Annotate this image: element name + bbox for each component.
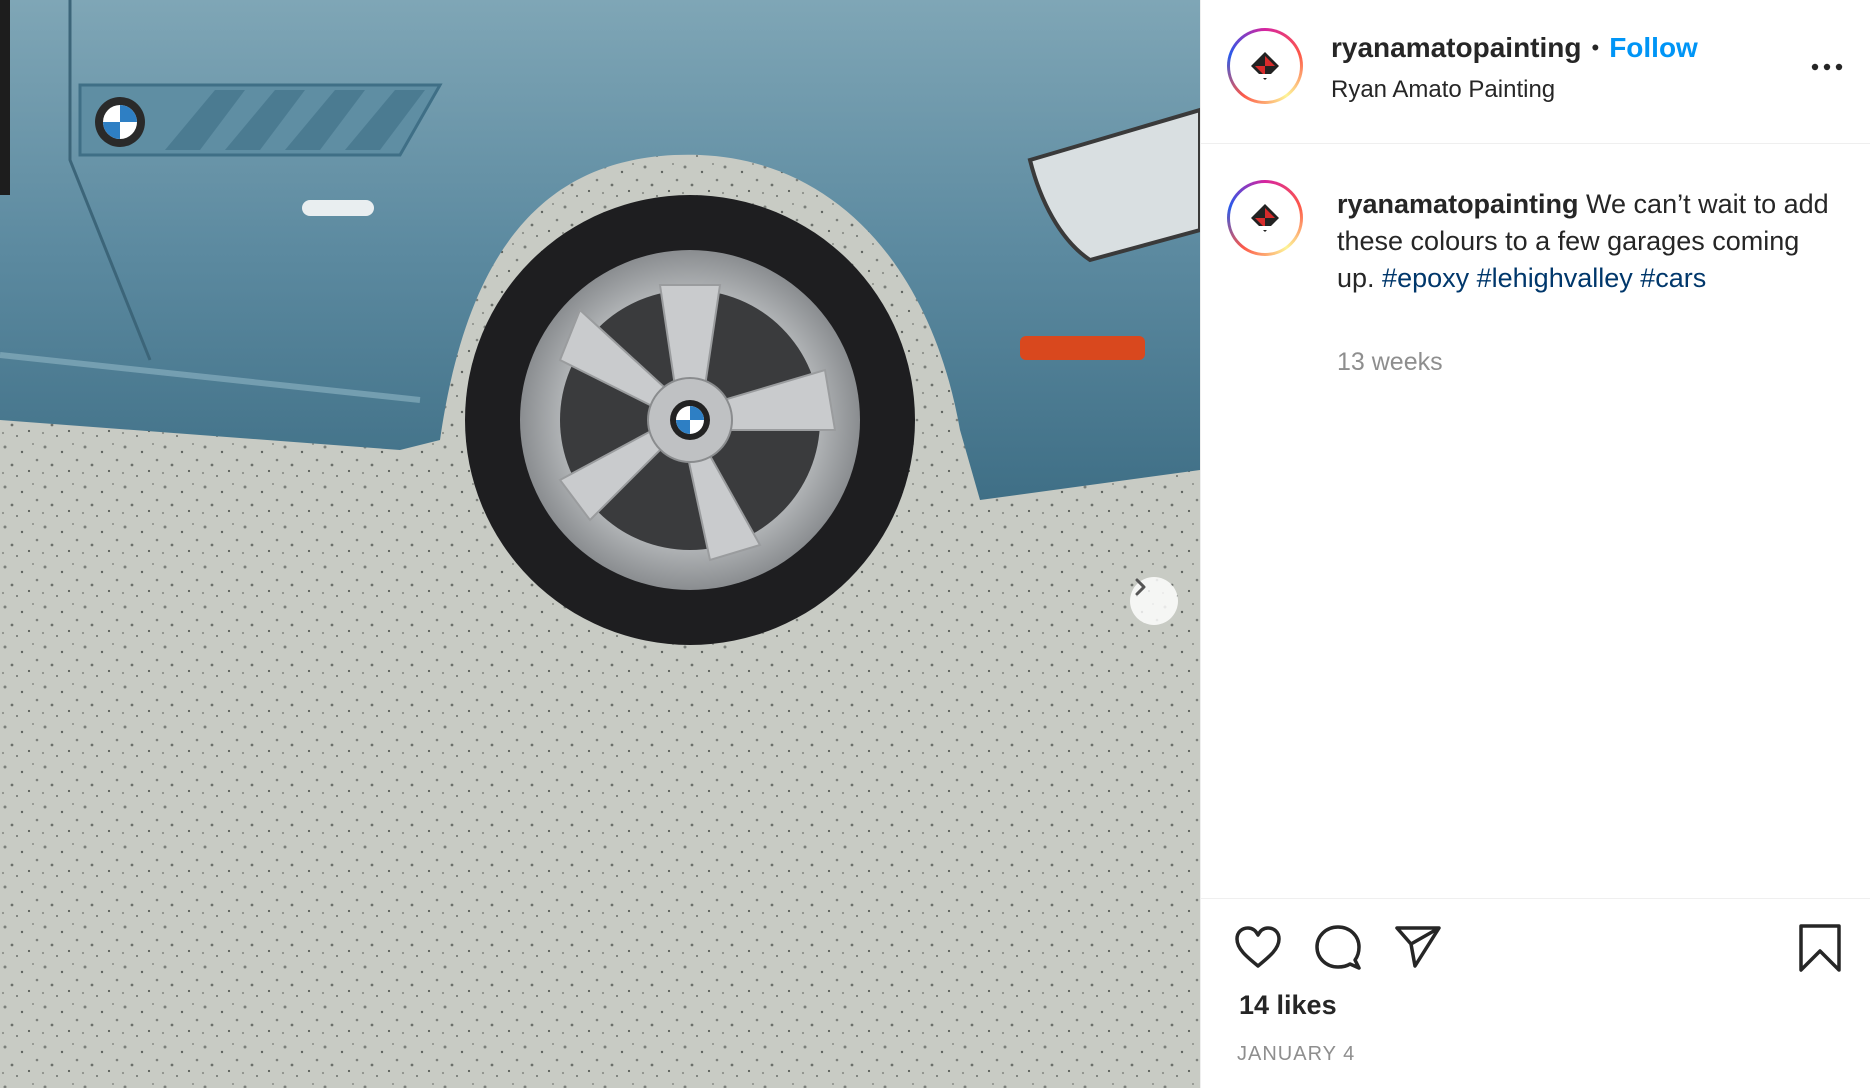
car-photo bbox=[0, 0, 1200, 1088]
follow-button[interactable]: Follow bbox=[1609, 32, 1698, 64]
username-link[interactable]: ryanamatopainting bbox=[1331, 32, 1581, 64]
post-details-panel: ryanamatopainting • Follow Ryan Amato Pa… bbox=[1200, 0, 1870, 1088]
comment-button[interactable] bbox=[1313, 922, 1363, 977]
like-button[interactable] bbox=[1233, 924, 1283, 975]
more-options-button[interactable] bbox=[1811, 60, 1843, 78]
post-header: ryanamatopainting • Follow Ryan Amato Pa… bbox=[1201, 0, 1870, 144]
account-full-name[interactable]: Ryan Amato Painting bbox=[1331, 76, 1555, 104]
hashtag-link[interactable]: #cars bbox=[1640, 263, 1706, 293]
caption-username-link[interactable]: ryanamatopainting bbox=[1337, 189, 1579, 219]
bookmark-icon bbox=[1799, 924, 1841, 972]
hashtag-link[interactable]: #epoxy bbox=[1382, 263, 1469, 293]
more-options-icon bbox=[1811, 63, 1843, 71]
caption-timestamp[interactable]: 13 weeks bbox=[1337, 348, 1443, 377]
next-image-button[interactable] bbox=[1130, 577, 1178, 625]
save-button[interactable] bbox=[1797, 922, 1843, 979]
avatar-logo bbox=[1230, 31, 1300, 101]
separator-dot: • bbox=[1591, 35, 1600, 60]
post-caption: ryanamatopainting We can’t wait to add t… bbox=[1337, 186, 1837, 297]
chevron-right-icon bbox=[1135, 578, 1146, 596]
avatar[interactable] bbox=[1227, 28, 1303, 104]
paper-plane-icon bbox=[1395, 926, 1441, 968]
post-image[interactable] bbox=[0, 0, 1200, 1088]
likes-count[interactable]: 14 likes bbox=[1239, 990, 1337, 1021]
divider bbox=[1201, 898, 1870, 899]
heart-icon bbox=[1235, 926, 1281, 968]
hashtag-link[interactable]: #lehighvalley bbox=[1477, 263, 1633, 293]
comment-icon bbox=[1315, 925, 1361, 970]
post-date[interactable]: JANUARY 4 bbox=[1237, 1043, 1355, 1066]
caption-avatar-logo bbox=[1230, 183, 1300, 253]
company-logo-icon bbox=[1249, 204, 1281, 232]
caption-avatar[interactable] bbox=[1227, 180, 1303, 256]
share-button[interactable] bbox=[1393, 924, 1443, 975]
company-logo-icon bbox=[1249, 52, 1281, 80]
